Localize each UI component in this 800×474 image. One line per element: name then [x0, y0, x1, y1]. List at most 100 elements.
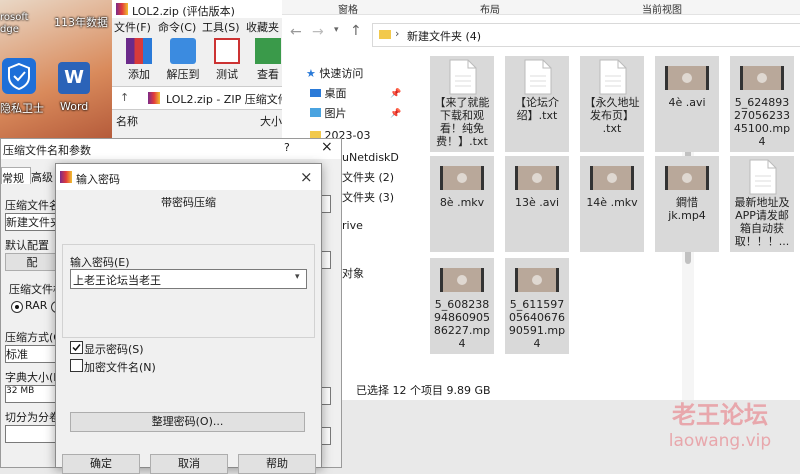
password-value: 上老王论坛当老王 — [73, 274, 161, 287]
encrypt-names-checkbox[interactable] — [70, 359, 83, 372]
zip-column-header: 名称 大小 — [112, 110, 284, 128]
encrypt-names-label: 加密文件名(N) — [84, 361, 156, 374]
zip-window: LOL2.zip (评估版本) 文件(F) 命令(C) 工具(S) 收藏夹 添加… — [112, 0, 292, 140]
split-input[interactable] — [5, 425, 59, 443]
close-icon[interactable]: × — [300, 168, 313, 186]
nav-label: 图片 — [324, 107, 347, 120]
edge-shortcut[interactable]: rosoft dge — [0, 12, 29, 36]
method-select[interactable]: 标准 — [5, 345, 59, 363]
file-tile[interactable]: 【永久地址 发布页】 .txt — [580, 56, 644, 152]
tab-general[interactable]: 常规 — [1, 167, 31, 185]
add-archive-icon — [126, 38, 152, 64]
nav-label: 快速访问 — [319, 67, 364, 80]
nav-folder-3[interactable]: 文件夹 (3) — [342, 188, 394, 208]
help-icon[interactable]: ? — [284, 141, 290, 154]
word-label: Word — [60, 100, 89, 113]
file-name: 5_624893 27056233 45100.mp 4 — [733, 96, 791, 148]
privacy-guard-label: 隐私卫士 — [0, 102, 44, 115]
ok-button[interactable]: 确定 — [62, 454, 140, 474]
address-box[interactable]: › 新建文件夹 (4) — [372, 23, 800, 47]
nav-objects[interactable]: 对象 — [342, 264, 364, 284]
watermark-title: 老王论坛 — [672, 401, 768, 429]
ribbon-pane[interactable]: 窗格 — [338, 1, 358, 16]
cancel-button[interactable]: 取消 — [150, 454, 228, 474]
chevron-down-icon[interactable]: ▾ — [295, 272, 300, 282]
close-icon[interactable]: × — [321, 139, 333, 155]
chevron-down-icon[interactable]: ▾ — [334, 25, 339, 35]
file-tile[interactable]: 13è .avi — [505, 156, 569, 252]
help-button[interactable]: 帮助 — [238, 454, 316, 474]
nav-desktop[interactable]: 桌面 📌 — [310, 84, 401, 104]
file-name: 5_611597 05640676 90591.mp 4 — [508, 298, 566, 350]
view-book-icon — [255, 38, 281, 64]
up-arrow-icon[interactable]: ↑ — [350, 23, 362, 39]
view-button[interactable]: 查看 — [252, 38, 284, 82]
test-button[interactable]: 测试 — [208, 38, 246, 82]
file-tile[interactable]: 14è .mkv — [580, 156, 644, 252]
archive-name-label: 压缩文件名 — [5, 199, 60, 212]
file-tile[interactable]: 5_624893 27056233 45100.mp 4 — [730, 56, 794, 152]
ribbon-layout[interactable]: 布局 — [480, 1, 500, 16]
show-password-checkbox[interactable] — [70, 341, 83, 354]
file-tile[interactable]: 5_611597 05640676 90591.mp 4 — [505, 258, 569, 354]
extract-label: 解压到 — [166, 68, 200, 81]
password-input[interactable]: 上老王论坛当老王 ▾ — [70, 269, 307, 289]
forward-arrow-icon[interactable]: → — [312, 24, 324, 40]
tab-advanced[interactable]: 高级 — [31, 169, 53, 185]
default-config-label: 默认配置 — [5, 239, 49, 252]
watermark-url: laowang.vip — [668, 431, 772, 451]
nav-netdisk[interactable]: uNetdiskD — [342, 148, 399, 168]
profiles-button[interactable]: 配 — [5, 253, 59, 271]
privacy-guard-icon[interactable] — [2, 58, 36, 94]
zip-path-bar[interactable]: ↑ LOL2.zip - ZIP 压缩文件, — [112, 86, 292, 110]
dict-label: 字典大小(I — [5, 371, 57, 384]
menu-command[interactable]: 命令(C) — [158, 19, 196, 35]
split-label: 切分为分卷 — [5, 411, 60, 424]
col-size[interactable]: 大小 — [260, 113, 282, 129]
zip-path: LOL2.zip - ZIP 压缩文件, — [166, 93, 293, 106]
pin-icon: 📌 — [390, 109, 402, 119]
add-button[interactable]: 添加 — [120, 38, 158, 82]
menu-file[interactable]: 文件(F) — [114, 19, 151, 35]
file-name: 5_608238 94860905 86227.mp 4 — [433, 298, 491, 350]
zip-file-icon — [148, 92, 160, 104]
desktop-background: rosoft dge 隐私卫士 W Word 113年数据 — [0, 0, 112, 140]
back-arrow-icon[interactable]: ← — [290, 24, 302, 40]
word-icon[interactable]: W — [58, 62, 90, 94]
menu-tools[interactable]: 工具(S) — [202, 19, 240, 35]
file-tile[interactable]: 4è .avi — [655, 56, 719, 152]
winrar-app-icon — [116, 3, 128, 15]
password-dialog-title: 输入密码 — [76, 173, 120, 186]
file-tile[interactable]: 8è .mkv — [430, 156, 494, 252]
nav-drive[interactable]: rive — [342, 216, 363, 236]
file-tile[interactable]: 鐧惜 jk.mp4 — [655, 156, 719, 252]
method-label: 压缩方式(C — [5, 331, 61, 344]
file-tile[interactable]: 5_608238 94860905 86227.mp 4 — [430, 258, 494, 354]
file-tile[interactable]: 【论坛介 绍】.txt — [505, 56, 569, 152]
file-tile[interactable]: 【来了就能 下载和观 看！纯免 费！】.txt — [430, 56, 494, 152]
password-heading: 带密码压缩 — [161, 196, 216, 209]
edge-label: rosoft dge — [0, 12, 29, 35]
extract-button[interactable]: 解压到 — [164, 38, 202, 82]
file-name: 13è .avi — [514, 196, 560, 209]
cancel-label: 取消 — [178, 457, 200, 470]
ribbon-current-view[interactable]: 当前视图 — [642, 1, 682, 16]
col-name[interactable]: 名称 — [116, 113, 138, 129]
dict-select[interactable]: 32 MB — [5, 385, 59, 403]
menu-favorites[interactable]: 收藏夹 — [246, 19, 279, 35]
nav-folder-2[interactable]: 文件夹 (2) — [342, 168, 394, 188]
nav-quick-access[interactable]: ★ 快速访问 — [306, 64, 363, 84]
ok-label: 确定 — [90, 457, 112, 470]
breadcrumb[interactable]: 新建文件夹 (4) — [407, 28, 481, 44]
nav-pictures[interactable]: 图片 📌 — [310, 104, 402, 124]
file-name: 8è .mkv — [439, 196, 485, 209]
archive-name-input[interactable]: 新建文件夹 — [5, 213, 59, 231]
organize-passwords-button[interactable]: 整理密码(O)... — [70, 412, 305, 432]
view-label: 查看 — [257, 68, 279, 81]
file-tile[interactable]: 最新地址及 APP请发邮 箱自动获 取！！！... — [730, 156, 794, 252]
winrar-app-icon — [60, 171, 72, 183]
status-text: 已选择 12 个项目 9.89 GB — [356, 384, 491, 397]
zip-menubar: 文件(F) 命令(C) 工具(S) 收藏夹 — [112, 18, 284, 34]
up-arrow-icon[interactable]: ↑ — [120, 91, 129, 104]
rar-radio[interactable] — [11, 301, 23, 313]
